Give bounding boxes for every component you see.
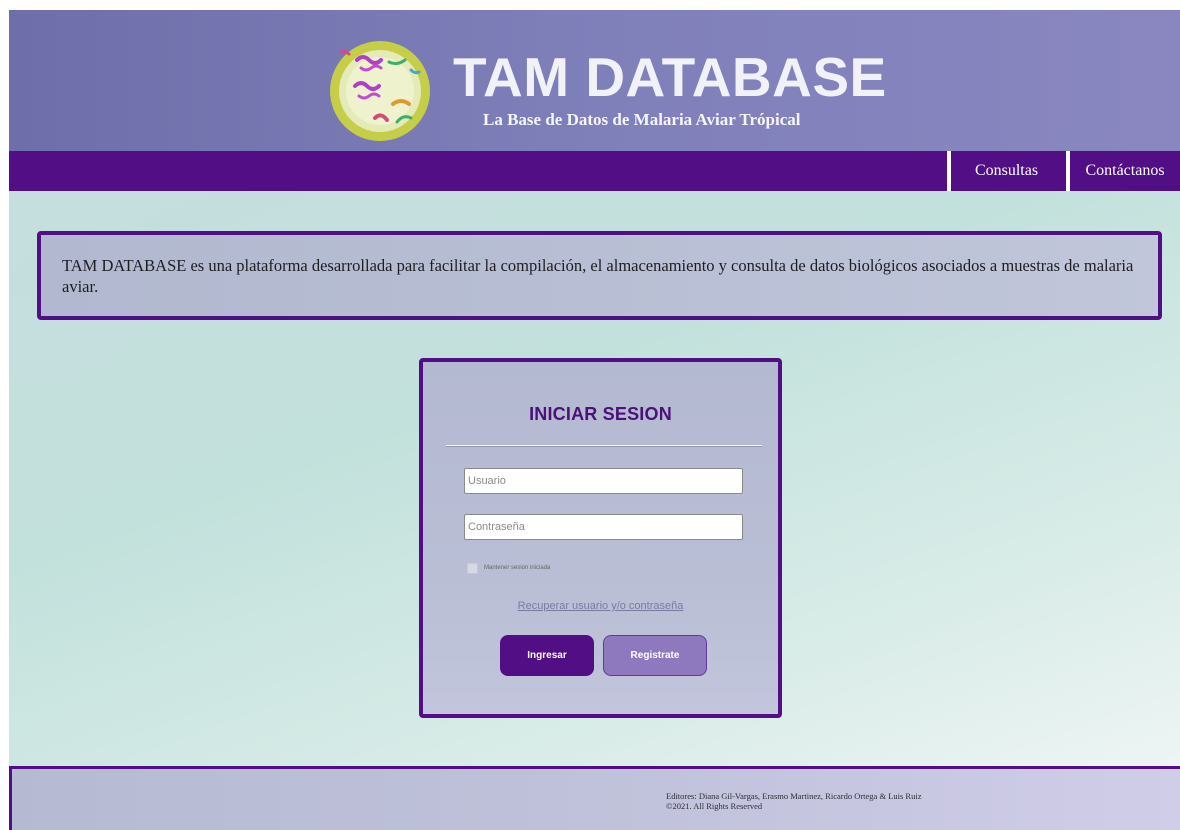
footer-editors: Editores: Diana Gil-Vargas, Erasmo Marti… <box>666 791 922 801</box>
main-navbar: Consultas Contáctanos <box>9 151 1180 191</box>
login-divider <box>446 445 762 446</box>
nav-item-consultas[interactable]: Consultas <box>947 151 1062 191</box>
page: TAM DATABASE La Base de Datos de Malaria… <box>9 10 1180 830</box>
register-button[interactable]: Registrate <box>603 635 707 676</box>
login-title: INICIAR SESION <box>529 404 672 424</box>
footer-copyright: ©2021. All Rights Reserved <box>666 801 763 811</box>
remember-session-row: Mantener sesion iniciada <box>467 562 550 574</box>
site-footer: Editores: Diana Gil-Vargas, Erasmo Marti… <box>9 766 1180 830</box>
site-header: TAM DATABASE La Base de Datos de Malaria… <box>9 10 1180 151</box>
logo-icon[interactable] <box>327 38 433 144</box>
site-subtitle: La Base de Datos de Malaria Aviar Trópic… <box>483 110 801 129</box>
password-input[interactable] <box>464 514 743 540</box>
login-button[interactable]: Ingresar <box>500 635 594 676</box>
recover-credentials-link[interactable]: Recuperar usuario y/o contraseña <box>423 600 778 612</box>
intro-box: TAM DATABASE es una plataforma desarroll… <box>37 231 1162 320</box>
remember-session-checkbox[interactable] <box>467 562 478 574</box>
site-title: TAM DATABASE <box>453 46 887 108</box>
username-input[interactable] <box>464 468 743 494</box>
login-panel: INICIAR SESION Mantener sesion iniciada … <box>419 358 782 718</box>
nav-item-contactanos[interactable]: Contáctanos <box>1066 151 1180 191</box>
intro-text: TAM DATABASE es una plataforma desarroll… <box>62 256 1134 296</box>
footer-text: Editores: Diana Gil-Vargas, Erasmo Marti… <box>666 791 921 811</box>
remember-session-label: Mantener sesion iniciada <box>484 565 551 571</box>
